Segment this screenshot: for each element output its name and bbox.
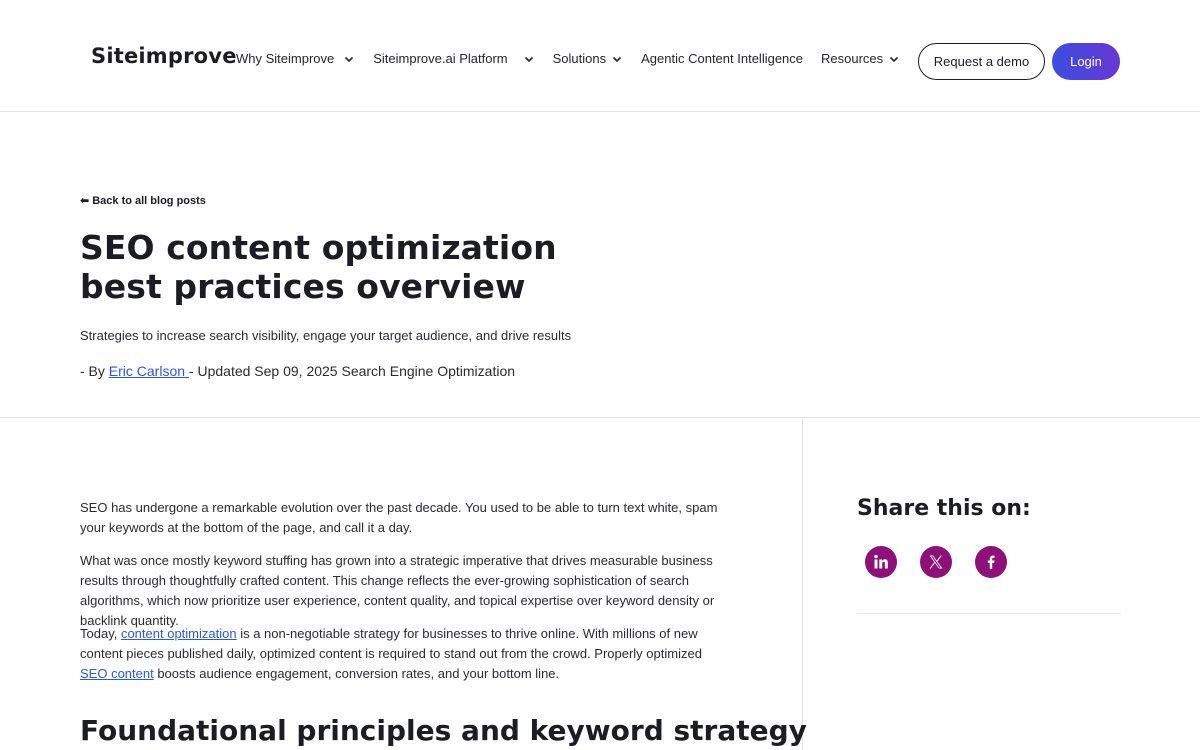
- article-paragraph: Today, content optimization is a non-neg…: [80, 624, 725, 684]
- nav-why-siteimprove[interactable]: Why Siteimprove: [236, 51, 355, 66]
- main-nav: Why Siteimprove Siteimprove.ai Platform …: [236, 51, 918, 66]
- share-title: Share this on:: [857, 496, 1031, 521]
- meta-updated: - Updated Sep 09, 2025 Search Engine Opt…: [188, 363, 516, 379]
- chevron-down-icon: [343, 53, 355, 65]
- linkedin-icon: [873, 554, 889, 570]
- request-demo-button[interactable]: Request a demo: [918, 43, 1045, 80]
- nav-label: Resources: [821, 51, 884, 66]
- article-paragraph: What was once mostly keyword stuffing ha…: [80, 553, 715, 628]
- chevron-down-icon: [523, 53, 535, 65]
- author-link[interactable]: Eric Carlson: [109, 363, 189, 379]
- seo-content-link[interactable]: SEO content: [80, 666, 154, 681]
- x-share-button[interactable]: [920, 546, 952, 578]
- nav-label: Solutions: [552, 51, 607, 66]
- login-button[interactable]: Login: [1052, 43, 1120, 80]
- nav-label: Siteimprove.ai Platform: [373, 51, 508, 66]
- sidebar-divider: [857, 613, 1121, 614]
- nav-agentic-content-intelligence[interactable]: Agentic Content Intelligence: [641, 51, 803, 66]
- arrow-left-icon: ⬅: [80, 195, 90, 207]
- site-header: Siteimprove Why Siteimprove Siteimprove.…: [0, 0, 1200, 112]
- chevron-down-icon: [611, 53, 623, 65]
- section-heading: Foundational principles and keyword stra…: [80, 714, 807, 747]
- paragraph-text: Today,: [80, 626, 121, 641]
- article-paragraph: SEO has undergone a remarkable evolution…: [80, 500, 718, 535]
- nav-label: Why Siteimprove: [236, 51, 335, 66]
- share-icons: [865, 546, 1030, 578]
- nav-solutions[interactable]: Solutions: [553, 51, 623, 66]
- paragraph-text: boosts audience engagement, conversion r…: [153, 666, 560, 681]
- share-sidebar: Share this on:: [804, 418, 1200, 750]
- content-optimization-link[interactable]: content optimization: [121, 626, 237, 641]
- article-body: SEO has undergone a remarkable evolution…: [0, 418, 807, 750]
- back-link-label: Back to all blog posts: [92, 194, 206, 207]
- facebook-share-button[interactable]: [975, 546, 1007, 578]
- facebook-icon: [983, 554, 999, 570]
- x-icon: [928, 554, 944, 570]
- back-to-blog-link[interactable]: ⬅ Back to all blog posts: [80, 194, 206, 208]
- page-title: SEO content optimization best practices …: [80, 228, 557, 306]
- nav-siteimprove-ai-platform[interactable]: Siteimprove.ai Platform: [373, 51, 534, 66]
- meta-prefix: - By: [80, 363, 109, 379]
- nav-label: Agentic Content Intelligence: [641, 51, 804, 66]
- nav-resources[interactable]: Resources: [821, 51, 900, 66]
- article-meta: - By Eric Carlson - Updated Sep 09, 2025…: [80, 363, 515, 379]
- page-subtitle: Strategies to increase search visibility…: [80, 328, 572, 343]
- article-hero: ⬅ Back to all blog posts SEO content opt…: [0, 112, 1200, 418]
- linkedin-share-button[interactable]: [865, 546, 897, 578]
- siteimprove-logo[interactable]: Siteimprove: [91, 44, 237, 68]
- chevron-down-icon: [888, 53, 900, 65]
